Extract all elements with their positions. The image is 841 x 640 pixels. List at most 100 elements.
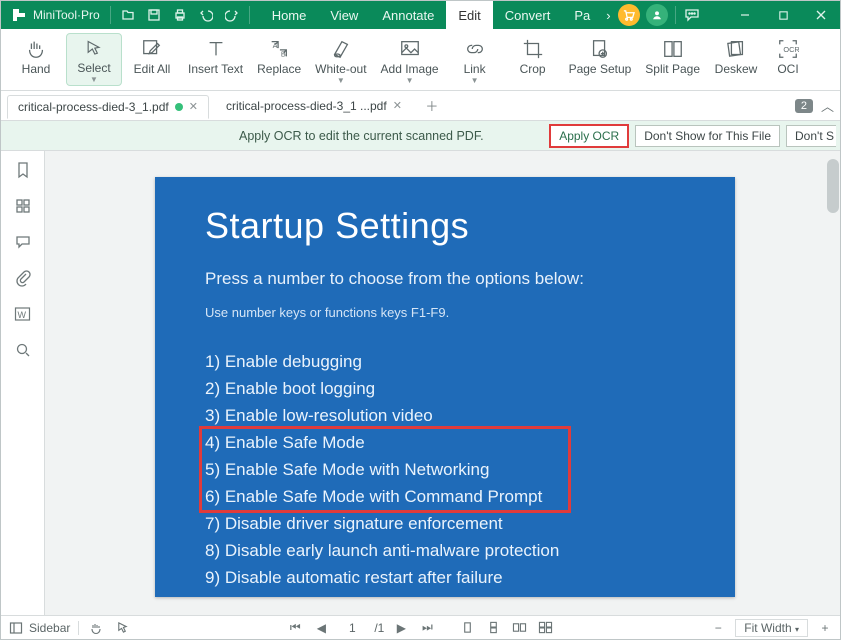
ribbon-replace-button[interactable]: ABReplace xyxy=(251,33,307,86)
ribbon-deskew-button[interactable]: Deskew xyxy=(708,33,764,86)
two-page-view-button[interactable] xyxy=(510,619,528,637)
ribbon-ocr-button[interactable]: OCR OCI xyxy=(766,33,810,86)
add-tab-button[interactable]: ＋ xyxy=(421,95,443,117)
ribbon-label: Replace xyxy=(257,63,301,76)
document-tab[interactable]: critical-process-died-3_1.pdf ✕ xyxy=(7,95,209,119)
cart-button[interactable] xyxy=(618,4,640,26)
ribbon-editall-button[interactable]: Edit All xyxy=(124,33,180,86)
apply-ocr-button[interactable]: Apply OCR xyxy=(549,124,629,148)
app-name: MiniTool·Pro xyxy=(33,8,106,22)
minimize-button[interactable] xyxy=(726,1,764,29)
comment-icon xyxy=(15,234,31,250)
menu-tab-home[interactable]: Home xyxy=(260,1,319,29)
sidepanel-comments-button[interactable] xyxy=(12,231,34,253)
chevron-down-icon: ▼ xyxy=(471,78,479,84)
menu-tab-annotate[interactable]: Annotate xyxy=(370,1,446,29)
sidepanel-thumbnails-button[interactable] xyxy=(12,195,34,217)
continuous-view-button[interactable] xyxy=(484,619,502,637)
collapse-ribbon-button[interactable]: ︿ xyxy=(821,96,834,115)
print-button[interactable] xyxy=(167,1,193,29)
ribbon-hand-button[interactable]: Hand xyxy=(8,33,64,86)
ribbon-label: Crop xyxy=(520,63,546,76)
ribbon-label: OCI xyxy=(777,63,798,76)
undo-button[interactable] xyxy=(193,1,219,29)
menu-tab-edit[interactable]: Edit xyxy=(446,1,492,29)
next-page-button[interactable]: ▶ xyxy=(392,619,410,637)
ribbon-whiteout-button[interactable]: White-out▼ xyxy=(309,33,372,86)
page-content: Startup Settings Press a number to choos… xyxy=(155,177,735,597)
feedback-button[interactable] xyxy=(684,7,700,23)
sidepanel-bookmark-button[interactable] xyxy=(12,159,34,181)
two-page-continuous-button[interactable] xyxy=(536,619,554,637)
ribbon-link-button[interactable]: Link▼ xyxy=(447,33,503,86)
page-setup-icon xyxy=(589,37,611,61)
ribbon-splitpage-button[interactable]: Split Page xyxy=(639,33,706,86)
zoom-out-button[interactable]: − xyxy=(709,619,727,637)
hand-tool-button[interactable] xyxy=(87,619,105,637)
ocr-icon: OCR xyxy=(777,37,799,61)
doc-hint: Use number keys or functions keys F1-F9. xyxy=(205,305,685,320)
open-file-button[interactable] xyxy=(115,1,141,29)
document-tab[interactable]: critical-process-died-3_1 ...pdf ✕ xyxy=(215,94,413,118)
svg-text:OCR: OCR xyxy=(783,45,799,54)
word-icon: W xyxy=(14,306,31,322)
status-bar: Sidebar ⏮ ◀ /1 ▶ ⏭ − Fit Width ▾ + xyxy=(1,615,840,639)
link-icon xyxy=(464,37,486,61)
insert-text-icon xyxy=(205,37,227,61)
vertical-scrollbar[interactable] xyxy=(826,151,840,615)
sidebar-toggle[interactable]: Sidebar xyxy=(7,619,70,637)
sidepanel-attachments-button[interactable] xyxy=(12,267,34,289)
doc-option: 2) Enable boot logging xyxy=(205,375,685,402)
ribbon-addimage-button[interactable]: Add Image▼ xyxy=(375,33,445,86)
doc-option: 7) Disable driver signature enforcement xyxy=(205,510,685,537)
svg-text:B: B xyxy=(281,50,286,59)
image-icon xyxy=(399,37,421,61)
close-button[interactable] xyxy=(802,1,840,29)
redo-button[interactable] xyxy=(219,1,245,29)
prev-page-button[interactable]: ◀ xyxy=(312,619,330,637)
account-button[interactable] xyxy=(646,4,668,26)
doc-option: 1) Enable debugging xyxy=(205,348,685,375)
scrollbar-thumb[interactable] xyxy=(827,159,839,213)
single-page-view-button[interactable] xyxy=(458,619,476,637)
sidepanel-word-button[interactable]: W xyxy=(12,303,34,325)
document-tab-label: critical-process-died-3_1 ...pdf xyxy=(226,99,387,113)
sidepanel-search-button[interactable] xyxy=(12,339,34,361)
crop-icon xyxy=(522,37,544,61)
menu-tab-view[interactable]: View xyxy=(318,1,370,29)
ribbon-inserttext-button[interactable]: Insert Text xyxy=(182,33,249,86)
save-button[interactable] xyxy=(141,1,167,29)
menu-tab-more[interactable]: › xyxy=(602,1,614,29)
ribbon-crop-button[interactable]: Crop xyxy=(505,33,561,86)
ribbon-label: Add Image xyxy=(381,63,439,76)
ribbon-label: Hand xyxy=(22,63,51,76)
modified-indicator-icon xyxy=(175,103,183,111)
zoom-in-button[interactable]: + xyxy=(816,619,834,637)
thumbnails-icon xyxy=(15,198,31,214)
ribbon-pagesetup-button[interactable]: Page Setup xyxy=(563,33,638,86)
chevron-down-icon: ▼ xyxy=(90,77,98,83)
title-bar: MiniTool·Pro Home View Annotate Edit Con… xyxy=(1,1,840,29)
ribbon-label: Deskew xyxy=(715,63,758,76)
menu-tab-convert[interactable]: Convert xyxy=(493,1,563,29)
last-page-button[interactable]: ⏭ xyxy=(418,619,436,637)
maximize-button[interactable] xyxy=(764,1,802,29)
close-tab-button[interactable]: ✕ xyxy=(393,99,402,112)
ribbon-label: Edit All xyxy=(134,63,171,76)
dismiss-ocr-button[interactable]: Don't Show for This File xyxy=(635,125,780,147)
close-tab-button[interactable]: ✕ xyxy=(189,100,198,113)
ribbon-select-button[interactable]: Select▼ xyxy=(66,33,122,86)
side-panel: W xyxy=(1,151,45,615)
page-total: /1 xyxy=(374,621,384,635)
select-tool-button[interactable] xyxy=(113,619,131,637)
menu-tab-overflow[interactable]: Pa xyxy=(562,1,602,29)
page-number-input[interactable] xyxy=(338,620,366,636)
document-canvas[interactable]: Startup Settings Press a number to choos… xyxy=(45,151,840,615)
doc-title: Startup Settings xyxy=(205,205,685,247)
menu-tabs: Home View Annotate Edit Convert Pa › xyxy=(260,1,615,29)
first-page-button[interactable]: ⏮ xyxy=(286,619,304,637)
ribbon-label: Insert Text xyxy=(188,63,243,76)
zoom-mode-dropdown[interactable]: Fit Width ▾ xyxy=(735,619,808,637)
whiteout-icon xyxy=(330,37,352,61)
dismiss-ocr-truncated-button[interactable]: Don't S xyxy=(786,125,836,147)
